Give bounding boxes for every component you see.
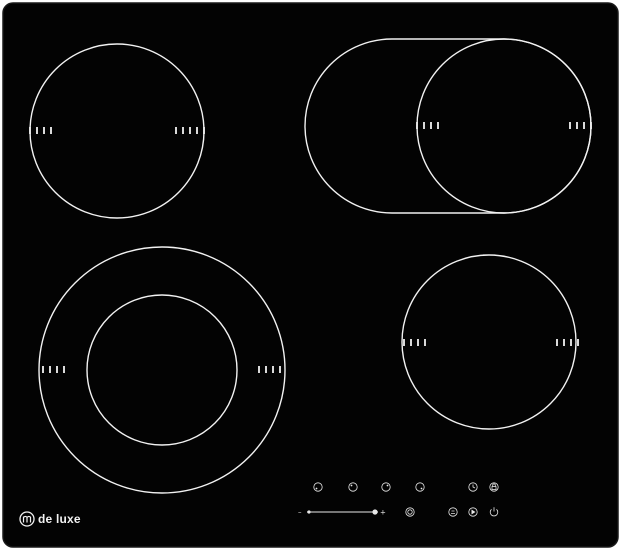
slider-minus-label: – (298, 509, 302, 517)
brand-name: de luxe (38, 512, 81, 526)
slider-plus-label: + (380, 509, 386, 517)
cooktop-image: – + de luxe (2, 2, 619, 548)
slider-min-dot (307, 510, 311, 514)
slider-handle[interactable] (372, 509, 378, 515)
zone-2-marker-icon (350, 484, 353, 487)
zone-3-marker-icon (386, 484, 389, 487)
zone-1-marker-icon (315, 487, 318, 490)
zone-4-marker-icon (420, 487, 423, 490)
cooktop-glass-surface (2, 2, 619, 548)
